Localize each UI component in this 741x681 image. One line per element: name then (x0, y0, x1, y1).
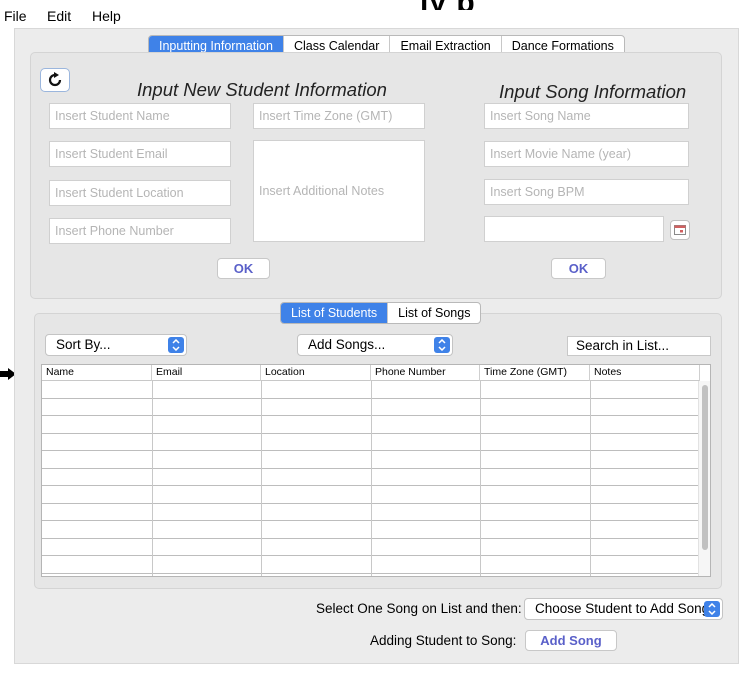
column-divider (371, 381, 372, 576)
column-header-location[interactable]: Location (261, 365, 371, 381)
student-ok-button[interactable]: OK (217, 258, 270, 279)
student-form-heading: Input New Student Information (137, 79, 387, 100)
column-header-name[interactable]: Name (42, 365, 152, 381)
choose-student-label: Choose Student to Add Song (535, 601, 710, 616)
stepper-icon (434, 337, 450, 353)
list-tab-bar: List of Students List of Songs (280, 302, 482, 324)
column-header-timezone[interactable]: Time Zone (GMT) (480, 365, 590, 381)
column-divider (480, 381, 481, 576)
movie-name-field[interactable]: Insert Movie Name (year) (484, 141, 689, 167)
add-song-button[interactable]: Add Song (525, 630, 617, 651)
search-input[interactable]: Search in List... (567, 336, 711, 356)
song-form-heading: Input Song Information (499, 81, 687, 102)
tab-list-of-songs[interactable]: List of Songs (388, 303, 480, 323)
student-email-field[interactable]: Insert Student Email (49, 141, 231, 167)
column-header-notes[interactable]: Notes (590, 365, 700, 381)
calendar-icon (674, 225, 686, 235)
song-bpm-field[interactable]: Insert Song BPM (484, 179, 689, 205)
student-location-field[interactable]: Insert Student Location (49, 180, 231, 206)
column-divider (590, 381, 591, 576)
table-scrollbar[interactable] (698, 381, 710, 576)
add-songs-label: Add Songs... (308, 337, 386, 352)
add-songs-select[interactable]: Add Songs... (297, 334, 453, 356)
title-fragment: ly p (420, 0, 550, 10)
additional-notes-field[interactable]: Insert Additional Notes (253, 140, 425, 242)
student-name-field[interactable]: Insert Student Name (49, 103, 231, 129)
sort-by-select[interactable]: Sort By... (45, 334, 187, 356)
stepper-icon (168, 337, 184, 353)
stepper-icon (704, 601, 720, 617)
tab-list-of-students[interactable]: List of Students (281, 303, 389, 323)
menu-bar: File Edit Help (0, 0, 741, 26)
column-divider (152, 381, 153, 576)
refresh-button[interactable] (40, 68, 70, 92)
menu-file[interactable]: File (4, 8, 27, 24)
scrollbar-thumb[interactable] (702, 385, 708, 550)
table-header: Name Email Location Phone Number Time Zo… (42, 365, 700, 381)
calendar-button[interactable] (670, 220, 690, 240)
select-one-song-label: Select One Song on List and then: (316, 601, 522, 616)
date-field[interactable] (484, 216, 664, 242)
menu-help[interactable]: Help (92, 8, 121, 24)
column-header-phone[interactable]: Phone Number (371, 365, 480, 381)
phone-number-field[interactable]: Insert Phone Number (49, 218, 231, 244)
sort-by-label: Sort By... (56, 337, 111, 352)
column-header-email[interactable]: Email (152, 365, 261, 381)
adding-student-label: Adding Student to Song: (370, 633, 517, 648)
choose-student-select[interactable]: Choose Student to Add Song (524, 598, 723, 620)
timezone-field[interactable]: Insert Time Zone (GMT) (253, 103, 425, 129)
column-divider (261, 381, 262, 576)
song-ok-button[interactable]: OK (551, 258, 606, 279)
menu-edit[interactable]: Edit (47, 8, 71, 24)
song-name-field[interactable]: Insert Song Name (484, 103, 689, 129)
refresh-icon (48, 72, 62, 87)
students-table: Name Email Location Phone Number Time Zo… (41, 364, 711, 577)
